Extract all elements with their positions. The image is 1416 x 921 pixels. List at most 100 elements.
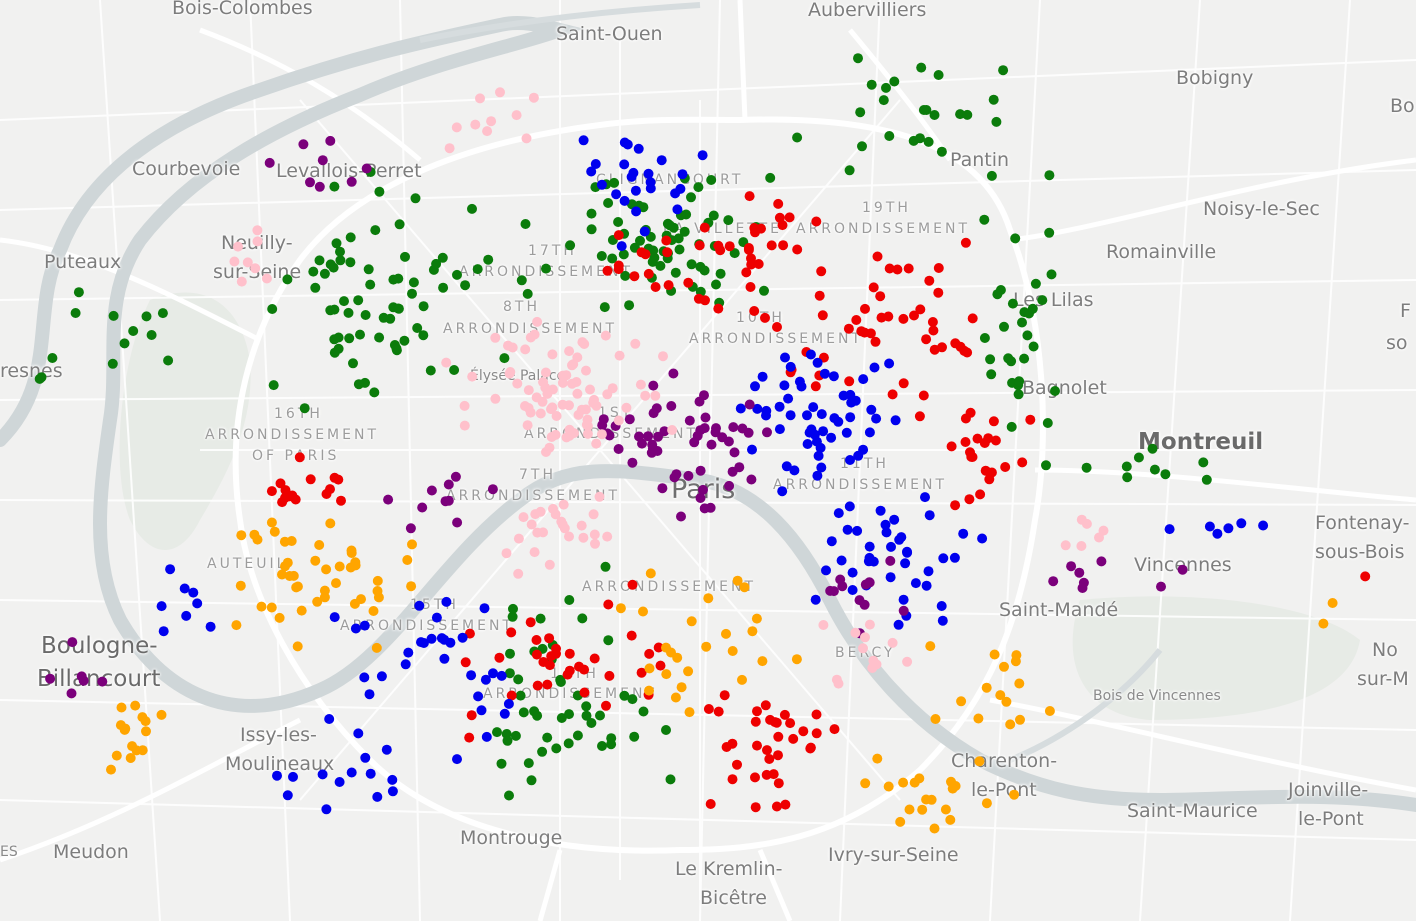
map-marker-red[interactable]: [766, 240, 777, 251]
map-marker-green[interactable]: [345, 257, 356, 268]
map-marker-blue[interactable]: [643, 168, 654, 179]
map-marker-pink[interactable]: [530, 509, 541, 520]
map-marker-green[interactable]: [510, 730, 521, 741]
map-marker-green[interactable]: [923, 136, 934, 147]
map-marker-green[interactable]: [526, 775, 537, 786]
map-marker-green[interactable]: [572, 730, 583, 741]
map-marker-purple[interactable]: [835, 574, 846, 585]
map-marker-orange[interactable]: [115, 720, 126, 731]
map-marker-red[interactable]: [1360, 571, 1371, 582]
map-marker-green[interactable]: [418, 330, 429, 341]
map-marker-purple[interactable]: [898, 605, 909, 616]
map-marker-red[interactable]: [494, 652, 505, 663]
map-marker-red[interactable]: [811, 709, 822, 720]
map-marker-green[interactable]: [418, 301, 429, 312]
map-marker-red[interactable]: [750, 802, 761, 813]
map-marker-green[interactable]: [600, 561, 611, 572]
map-marker-blue[interactable]: [619, 159, 630, 170]
map-marker-green[interactable]: [431, 258, 442, 269]
map-marker-green[interactable]: [985, 354, 996, 365]
map-marker-blue[interactable]: [353, 728, 364, 739]
map-marker-green[interactable]: [665, 774, 676, 785]
map-marker-green[interactable]: [915, 133, 925, 144]
map-marker-pink[interactable]: [537, 396, 548, 407]
map-marker-orange[interactable]: [371, 642, 382, 653]
map-marker-pink[interactable]: [589, 394, 599, 405]
map-marker-blue[interactable]: [156, 601, 167, 612]
map-marker-purple[interactable]: [651, 403, 662, 414]
map-marker-pink[interactable]: [621, 402, 632, 413]
map-marker-blue[interactable]: [188, 587, 199, 598]
map-marker-green[interactable]: [1041, 460, 1051, 471]
map-marker-green[interactable]: [1022, 330, 1033, 341]
map-marker-purple[interactable]: [683, 470, 694, 481]
map-marker-green[interactable]: [335, 255, 346, 266]
map-marker-purple[interactable]: [305, 177, 315, 188]
map-marker-green[interactable]: [400, 251, 410, 262]
map-marker-green[interactable]: [674, 244, 685, 255]
map-marker-green[interactable]: [499, 353, 510, 364]
map-marker-orange[interactable]: [917, 804, 928, 815]
map-marker-purple[interactable]: [1078, 577, 1089, 588]
map-marker-blue[interactable]: [387, 786, 398, 797]
map-marker-pink[interactable]: [650, 390, 661, 401]
map-marker-green[interactable]: [844, 165, 855, 176]
map-marker-red[interactable]: [551, 643, 561, 654]
map-marker-blue[interactable]: [868, 556, 879, 567]
map-marker-green[interactable]: [979, 214, 990, 225]
map-marker-green[interactable]: [515, 690, 526, 701]
map-marker-orange[interactable]: [945, 814, 956, 825]
map-marker-green[interactable]: [369, 387, 380, 398]
map-marker-red[interactable]: [933, 287, 944, 298]
map-marker-blue[interactable]: [845, 412, 856, 423]
map-marker-red[interactable]: [749, 306, 760, 316]
map-marker-red[interactable]: [898, 378, 909, 389]
map-marker-orange[interactable]: [661, 642, 671, 653]
map-marker-orange[interactable]: [1011, 650, 1022, 661]
map-marker-red[interactable]: [979, 438, 990, 448]
map-marker-pink[interactable]: [547, 349, 558, 360]
map-marker-pink[interactable]: [523, 403, 534, 413]
map-marker-blue[interactable]: [885, 572, 896, 583]
map-marker-orange[interactable]: [926, 794, 937, 805]
map-marker-blue[interactable]: [578, 135, 589, 146]
map-marker-pink[interactable]: [511, 110, 522, 121]
map-marker-red[interactable]: [760, 312, 770, 323]
map-marker-green[interactable]: [715, 268, 726, 279]
map-marker-red[interactable]: [589, 653, 600, 664]
map-marker-pink[interactable]: [252, 236, 263, 247]
map-marker-green[interactable]: [335, 246, 345, 257]
map-marker-red[interactable]: [713, 303, 724, 314]
map-marker-green[interactable]: [516, 275, 527, 286]
map-marker-pink[interactable]: [538, 377, 549, 388]
map-marker-blue[interactable]: [958, 528, 969, 539]
map-marker-red[interactable]: [601, 700, 611, 711]
map-marker-green[interactable]: [638, 706, 649, 717]
map-marker-green[interactable]: [565, 240, 576, 251]
map-marker-blue[interactable]: [158, 626, 169, 637]
map-marker-purple[interactable]: [695, 493, 706, 503]
map-marker-blue[interactable]: [846, 397, 857, 408]
map-marker-blue[interactable]: [747, 444, 757, 455]
map-marker-blue[interactable]: [815, 442, 826, 453]
map-marker-orange[interactable]: [236, 530, 247, 541]
map-marker-red[interactable]: [988, 416, 999, 427]
map-marker-orange[interactable]: [644, 663, 655, 674]
map-marker-red[interactable]: [693, 293, 704, 304]
map-marker-orange[interactable]: [670, 692, 681, 703]
map-marker-red[interactable]: [713, 240, 724, 251]
map-marker-green[interactable]: [1037, 295, 1048, 306]
map-marker-red[interactable]: [788, 733, 799, 744]
map-marker-green[interactable]: [918, 105, 929, 115]
map-marker-pink[interactable]: [887, 637, 898, 648]
map-marker-purple[interactable]: [383, 494, 394, 505]
map-marker-orange[interactable]: [312, 596, 323, 607]
map-marker-red[interactable]: [903, 263, 914, 274]
map-marker-red[interactable]: [810, 381, 821, 392]
map-marker-red[interactable]: [756, 223, 766, 234]
map-marker-red[interactable]: [525, 617, 536, 628]
map-marker-green[interactable]: [329, 334, 340, 345]
map-marker-red[interactable]: [466, 710, 477, 721]
map-marker-orange[interactable]: [141, 726, 151, 737]
map-marker-blue[interactable]: [473, 691, 484, 702]
